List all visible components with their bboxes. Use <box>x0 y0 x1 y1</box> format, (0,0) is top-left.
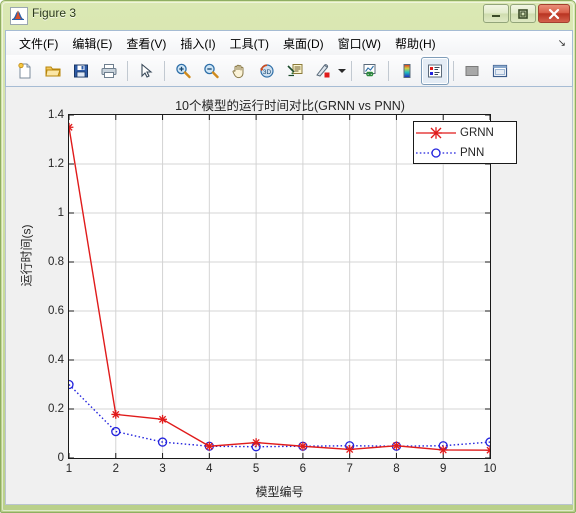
new-figure-icon[interactable] <box>11 57 39 85</box>
pan-hand-icon[interactable] <box>225 57 253 85</box>
y-tick-label: 0.2 <box>48 403 64 415</box>
menu-item-view[interactable]: 查看(V) <box>119 32 173 55</box>
zoom-out-icon[interactable] <box>197 57 225 85</box>
minimize-button[interactable] <box>483 4 509 23</box>
zoom-in-icon[interactable] <box>169 57 197 85</box>
y-axis-label: 运行时间(s) <box>19 224 34 287</box>
x-tick-label: 5 <box>252 463 260 475</box>
toolbar-separator <box>351 60 352 81</box>
open-file-icon[interactable] <box>39 57 67 85</box>
legend-entry-grnn[interactable]: GRNN <box>414 123 518 143</box>
menu-item-window[interactable]: 窗口(W) <box>331 32 388 55</box>
y-tick-label: 1.2 <box>48 158 64 170</box>
legend-sample-grnn <box>416 127 456 139</box>
matlab-membrane-icon <box>10 7 28 25</box>
brush-data-icon[interactable] <box>309 57 337 85</box>
pointer-select-icon[interactable] <box>132 57 160 85</box>
hide-plot-tools-icon[interactable] <box>458 57 486 85</box>
x-axis-label: 模型编号 <box>255 485 304 499</box>
legend-label-grnn: GRNN <box>460 127 494 139</box>
x-tick-label: 8 <box>393 463 400 475</box>
toolbar-separator <box>164 60 165 81</box>
menu-item-edit[interactable]: 编辑(E) <box>65 32 119 55</box>
save-figure-icon[interactable] <box>67 57 95 85</box>
x-tick-label: 9 <box>440 463 447 475</box>
insert-legend-icon[interactable] <box>421 56 449 85</box>
brush-dropdown-caret-icon[interactable] <box>337 58 347 84</box>
x-tick-label: 10 <box>483 463 497 475</box>
legend-label-pnn: PNN <box>460 147 485 159</box>
tool-bar: 3D <box>5 55 573 87</box>
figure-canvas[interactable]: 10个模型的运行时间对比(GRNN vs PNN) 0 0.2 0.4 0.6 0.8 1… <box>5 87 573 505</box>
maximize-button[interactable] <box>510 4 536 23</box>
x-tick-label: 4 <box>206 463 213 475</box>
y-tick-label: 0.6 <box>48 305 64 317</box>
link-plot-icon[interactable] <box>356 57 384 85</box>
y-tick-label: 0 <box>57 452 64 464</box>
menu-bar: 文件(F) 编辑(E) 查看(V) 插入(I) 工具(T) 桌面(D) 窗口(W… <box>5 30 573 55</box>
data-cursor-icon[interactable] <box>281 57 309 85</box>
close-button[interactable] <box>538 4 570 23</box>
x-tick-label: 3 <box>159 463 166 475</box>
toolbar-separator <box>388 60 389 81</box>
rotate-3d-icon[interactable]: 3D <box>253 57 281 85</box>
svg-text:3D: 3D <box>263 69 272 76</box>
menu-item-insert[interactable]: 插入(I) <box>173 32 222 55</box>
figure-window: Figure 3 文件(F) 编辑(E) 查看(V) 插入(I) 工具(T) 桌… <box>0 0 576 513</box>
window-title: Figure 3 <box>32 6 77 20</box>
menu-item-help[interactable]: 帮助(H) <box>388 32 443 55</box>
x-tick-label: 2 <box>112 463 119 475</box>
x-tick-label: 7 <box>346 463 353 475</box>
toolbar-separator <box>453 60 454 81</box>
y-tick-label: 0.8 <box>48 256 64 268</box>
menu-overflow-icon[interactable]: ↘ <box>558 38 566 49</box>
plot-area[interactable]: GRNN PNN <box>68 114 517 459</box>
menu-item-tools[interactable]: 工具(T) <box>223 32 276 55</box>
y-tick-label: 0.4 <box>48 354 64 366</box>
insert-colorbar-icon[interactable] <box>393 57 421 85</box>
chart-title: 10个模型的运行时间对比(GRNN vs PNN) <box>175 99 405 113</box>
y-tick-label: 1 <box>57 207 64 219</box>
legend-entry-pnn[interactable]: PNN <box>414 143 518 163</box>
plot-series-svg <box>69 115 490 458</box>
menu-item-file[interactable]: 文件(F) <box>12 32 65 55</box>
menu-item-desktop[interactable]: 桌面(D) <box>276 32 331 55</box>
show-plot-tools-icon[interactable] <box>486 57 514 85</box>
toolbar-separator <box>127 60 128 81</box>
x-axis-tick-labels: 1 2 3 4 5 6 7 8 9 10 <box>65 463 497 481</box>
y-tick-label: 1.4 <box>48 109 64 121</box>
print-figure-icon[interactable] <box>95 57 123 85</box>
chart-legend[interactable]: GRNN PNN <box>413 121 517 164</box>
title-bar[interactable]: Figure 3 <box>1 1 576 29</box>
x-tick-label: 6 <box>299 463 307 475</box>
legend-sample-pnn <box>416 148 456 158</box>
x-tick-label: 1 <box>65 463 73 475</box>
